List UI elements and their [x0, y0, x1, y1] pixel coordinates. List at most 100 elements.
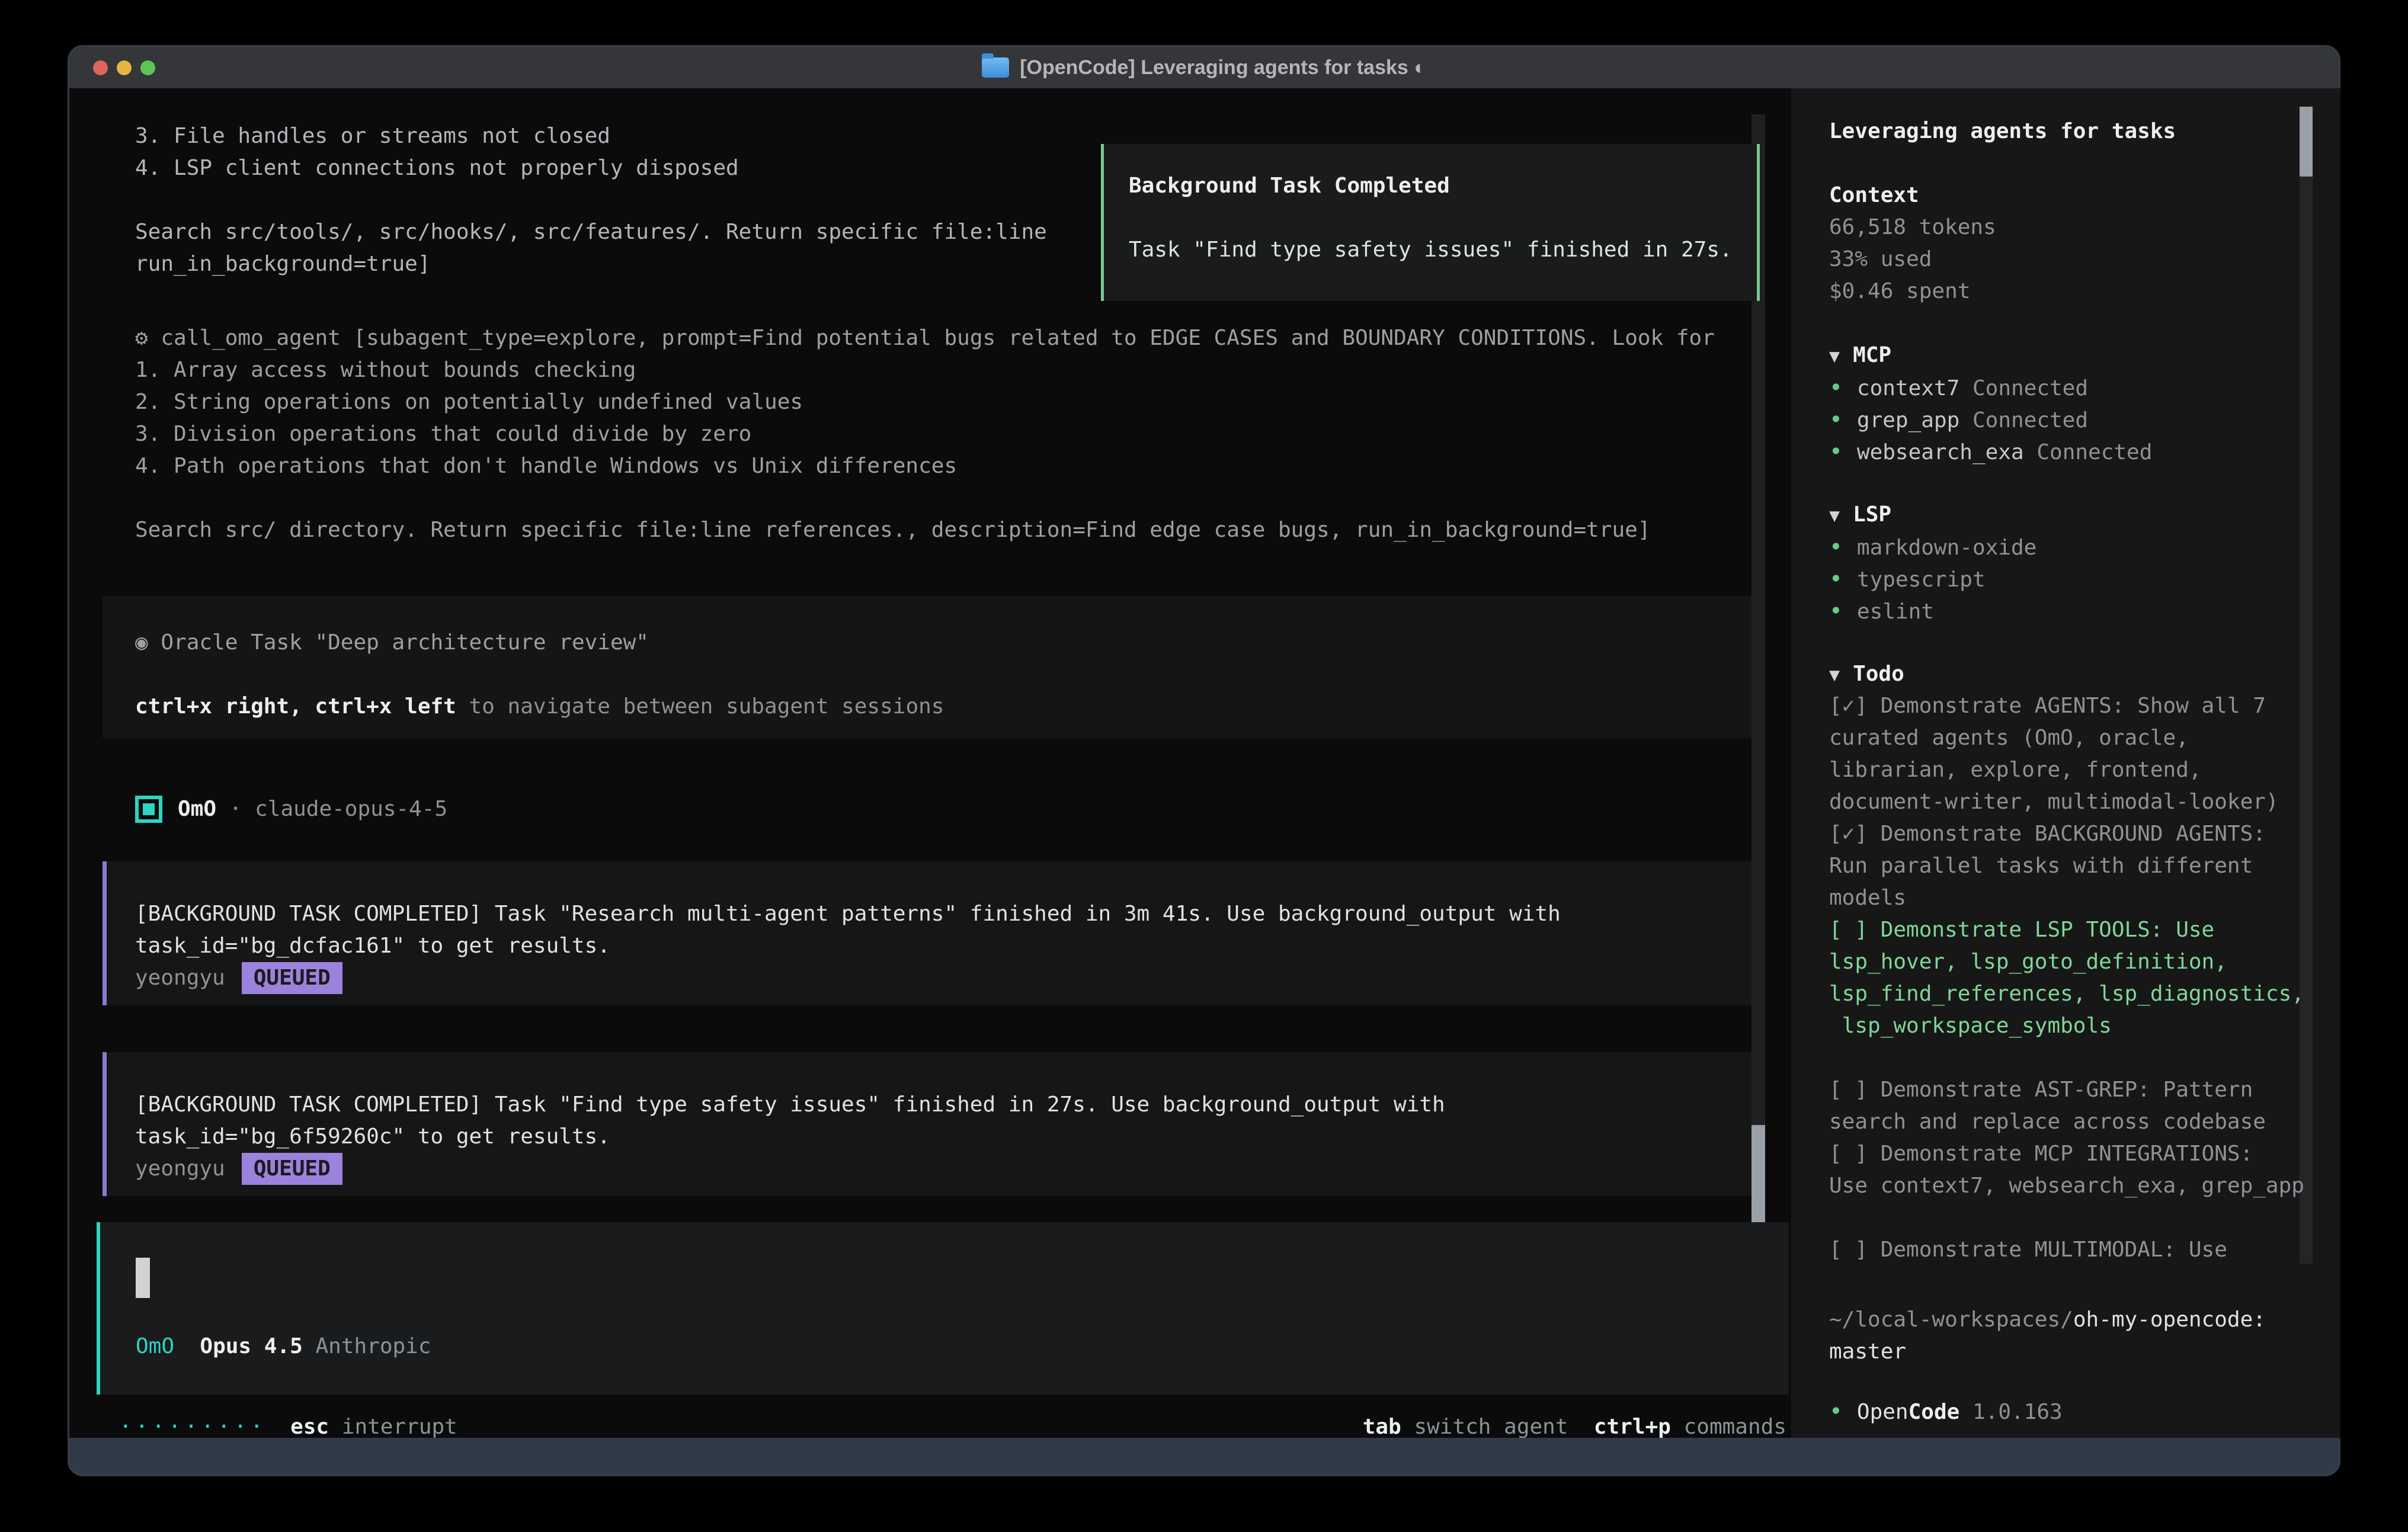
task-user: yeongyu	[135, 966, 225, 990]
mcp-section-header[interactable]: ▼ MCP	[1829, 339, 2303, 371]
oracle-title-line: ◉ Oracle Task "Deep architecture review"	[135, 627, 1751, 659]
tool-call-line: 4. Path operations that don't handle Win…	[135, 450, 1770, 482]
status-badge: QUEUED	[242, 1153, 342, 1185]
background-task-toast: Background Task Completed Task "Find typ…	[1101, 144, 1760, 301]
todo-line-active: lsp_workspace_symbols	[1829, 1010, 2303, 1042]
chevron-down-icon: ▼	[1829, 505, 1840, 526]
todo-heading: Todo	[1853, 662, 1904, 686]
status-badge: QUEUED	[242, 962, 342, 994]
ctrl-p-key[interactable]: ctrl+p	[1568, 1415, 1671, 1439]
mcp-status: Connected	[1972, 408, 2088, 432]
tool-call-line: Search src/ directory. Return specific f…	[135, 514, 1770, 546]
terminal-window: [OpenCode] Leveraging agents for tasks ◐…	[68, 45, 2340, 1476]
todo-active-items: [ ] Demonstrate LSP TOOLS: Uselsp_hover,…	[1829, 914, 2303, 1042]
window-title: [OpenCode] Leveraging agents for tasks ◐	[1020, 56, 1426, 79]
todo-line-pending: search and replace across codebase	[1829, 1106, 2303, 1138]
chevron-down-icon: ▼	[1829, 346, 1840, 367]
task-message: [BACKGROUND TASK COMPLETED] Task "Resear…	[103, 861, 1751, 1005]
tool-call-first-line: ⚙ call_omo_agent [subagent_type=explore,…	[135, 322, 1770, 354]
lsp-name: markdown-oxide	[1857, 536, 2036, 560]
tool-call-line: 2. String operations on potentially unde…	[135, 386, 1770, 418]
separator-dot	[216, 793, 229, 825]
todo-section-header[interactable]: ▼Todo	[1829, 658, 2303, 690]
todo-line-done: [✓] Demonstrate AGENTS: Show all 7	[1829, 690, 2303, 722]
text-cursor	[136, 1258, 150, 1298]
task-message: [BACKGROUND TASK COMPLETED] Task "Find t…	[103, 1052, 1751, 1196]
lsp-section-header[interactable]: ▼ LSP	[1829, 499, 2303, 531]
oracle-hint-keys: ctrl+x right, ctrl+x left	[135, 694, 456, 719]
spacer-text	[148, 630, 161, 655]
agent-separator: ·	[229, 793, 242, 825]
spacer-text	[2024, 440, 2037, 464]
app-version: 1.0.163	[1959, 1400, 2062, 1424]
agent-header-row: OmO · claude-opus-4-5	[135, 793, 447, 825]
workspace-path-name: oh-my-opencode:	[2073, 1307, 2266, 1332]
lsp-heading: LSP	[1853, 502, 1891, 527]
todo-line-done: curated agents (OmO, oracle,	[1829, 722, 2303, 754]
context-used: 33% used	[1829, 243, 2303, 275]
todo-section: ▼Todo [✓] Demonstrate AGENTS: Show all 7…	[1829, 658, 2303, 1266]
title-area: [OpenCode] Leveraging agents for tasks ◐	[69, 47, 2339, 88]
spinner-icon: ·········	[119, 1415, 267, 1439]
bullet-icon: •	[1829, 406, 1843, 432]
tool-call-line: 1. Array access without bounds checking	[135, 354, 1770, 386]
toast-body: Task "Find type safety issues" finished …	[1129, 234, 1757, 266]
tool-call-lines: 1. Array access without bounds checking2…	[135, 354, 1770, 546]
tool-call-line: 3. Division operations that could divide…	[135, 418, 1770, 450]
bullet-icon: •	[1829, 598, 1843, 624]
task-meta-row: yeongyu QUEUED	[135, 1153, 1751, 1185]
todo-line-pending	[1829, 1202, 2303, 1234]
task-line1: [BACKGROUND TASK COMPLETED] Task "Resear…	[135, 898, 1751, 930]
folder-icon	[982, 57, 1009, 78]
bullet-icon: •	[1829, 566, 1843, 592]
tab-key[interactable]: tab	[1363, 1415, 1401, 1439]
spacer-text	[242, 793, 255, 825]
context-spent: $0.46 spent	[1829, 275, 2303, 307]
sidebar-title-sec: Leveraging agents for tasks	[1829, 116, 2303, 148]
context-heading: Context	[1829, 180, 2303, 211]
todo-done-items: [✓] Demonstrate AGENTS: Show all 7curate…	[1829, 690, 2303, 914]
title-bar[interactable]: [OpenCode] Leveraging agents for tasks ◐	[69, 47, 2339, 89]
oracle-task-panel: ◉ Oracle Task "Deep architecture review"…	[103, 596, 1751, 738]
lsp-item: • markdown-oxide	[1829, 531, 2303, 563]
prompt-input[interactable]: OmO Opus 4.5 Anthropic	[97, 1222, 1789, 1395]
session-title: Leveraging agents for tasks	[1829, 116, 2303, 148]
mcp-item: • grep_app Connected	[1829, 403, 2303, 435]
task-user: yeongyu	[135, 1156, 225, 1181]
task-line2: task_id="bg_6f59260c" to get results.	[135, 1121, 1751, 1153]
spacer	[1129, 202, 1757, 234]
task-meta-row: yeongyu QUEUED	[135, 962, 1751, 994]
workspace-branch: master	[1829, 1336, 2303, 1368]
version-section: •OpenCode 1.0.163	[1829, 1395, 2303, 1427]
esc-key[interactable]: esc	[290, 1415, 329, 1439]
gear-icon: ⚙	[135, 326, 148, 350]
bullet-icon: •	[1829, 534, 1843, 560]
todo-line-done: librarian, explore, frontend,	[1829, 754, 2303, 786]
input-model: Opus 4.5	[200, 1334, 302, 1358]
workspace-path-line: ~/local-workspaces/oh-my-opencode:	[1829, 1304, 2303, 1336]
todo-line-done: document-writer, multimodal-looker)	[1829, 786, 2303, 818]
oracle-hint-line: ctrl+x right, ctrl+x left to navigate be…	[135, 691, 1751, 723]
todo-line-pending: [ ] Demonstrate MULTIMODAL: Use	[1829, 1234, 2303, 1266]
status-bar: ·········esc interrupt tab switch agent …	[119, 1411, 1786, 1439]
ctrl-p-label: commands	[1671, 1415, 1786, 1439]
oracle-hint-text: to navigate between subagent sessions	[456, 694, 944, 719]
mcp-heading: MCP	[1853, 343, 1891, 367]
bullet-icon: •	[1829, 374, 1843, 400]
mcp-name: grep_app	[1857, 408, 1959, 432]
todo-line-done: models	[1829, 882, 2303, 914]
todo-pending-items: [ ] Demonstrate AST-GREP: Patternsearch …	[1829, 1042, 2303, 1266]
oracle-icon: ◉	[135, 630, 148, 655]
spacer-text	[1959, 376, 1972, 400]
input-agent: OmO	[136, 1334, 174, 1358]
todo-line-pending: [ ] Demonstrate AST-GREP: Pattern	[1829, 1074, 2303, 1106]
chat-pane: 3. File handles or streams not closed4. …	[69, 88, 1791, 1439]
workspace-path-dim: ~/local-workspaces/	[1829, 1307, 2073, 1332]
agent-model: claude-opus-4-5	[255, 793, 447, 825]
todo-line-done: Run parallel tasks with different	[1829, 850, 2303, 882]
mcp-item: •websearch_exa Connected	[1829, 435, 2303, 467]
tool-call-block: ⚙ call_omo_agent [subagent_type=explore,…	[135, 322, 1770, 546]
session-sidebar: Leveraging agents for tasks Context 66,5…	[1791, 88, 2340, 1439]
mcp-name: context7	[1857, 376, 1959, 400]
spacer-text	[148, 326, 161, 350]
